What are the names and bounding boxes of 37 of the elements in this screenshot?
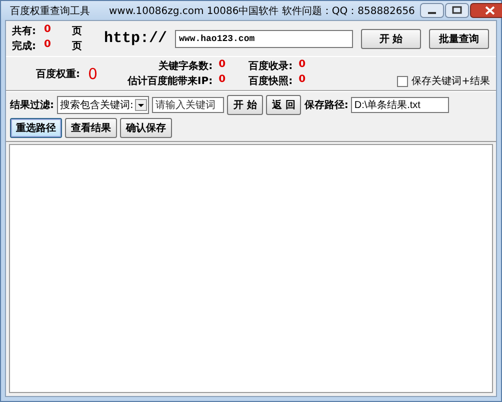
stat-label: 估计百度能带来IP:	[128, 74, 213, 88]
path-button[interactable]: 确认保存	[120, 118, 172, 138]
stat-value: 0	[88, 64, 98, 82]
counter-label: 完成:	[12, 39, 36, 53]
filter-dropdown[interactable]: 搜索包含关键词:	[57, 96, 150, 114]
url-field[interactable]: www.hao123.com	[175, 30, 354, 48]
window-info: www.10086zg.com 10086中国软件 软件问题：QQ：858882656	[109, 4, 415, 18]
close-icon[interactable]	[470, 3, 502, 18]
window-title: 百度权重查询工具	[10, 4, 90, 18]
stat-value: 0	[298, 59, 307, 72]
stat-value: 0	[218, 59, 227, 72]
url-prefix: http://	[104, 30, 168, 47]
counter-value: 0	[44, 39, 52, 52]
query-button[interactable]: 开 始	[361, 28, 422, 48]
stat-label: 百度快照:	[248, 74, 293, 88]
minimize-icon[interactable]	[420, 3, 444, 18]
stat-label: 百度权重:	[36, 67, 80, 80]
maximize-icon[interactable]	[444, 3, 469, 18]
path-button[interactable]: 查看结果	[65, 118, 117, 138]
counter-value: 0	[44, 24, 52, 37]
save-path-field[interactable]: D:\单条结果.txt	[351, 97, 450, 113]
keyword-field[interactable]: 请输入关键词	[152, 97, 224, 113]
filter-button[interactable]: 开 始	[227, 95, 263, 115]
stat-value: 0	[218, 74, 227, 87]
path-button[interactable]: 重选路径	[10, 118, 62, 138]
save-path-label: 保存路径:	[304, 98, 348, 112]
stat-label: 关键字条数:	[158, 59, 213, 73]
filter-label: 结果过滤:	[10, 98, 54, 112]
checkbox[interactable]	[396, 76, 408, 86]
query-button[interactable]: 批量查询	[429, 28, 490, 48]
counter-label: 共有:	[12, 24, 36, 38]
filter-button[interactable]: 返 回	[266, 95, 302, 115]
stat-label: 百度收录:	[248, 59, 293, 73]
stat-value: 0	[298, 74, 307, 87]
counter-unit: 页	[72, 40, 82, 53]
checkbox-label: 保存关键词+结果	[412, 74, 490, 88]
counter-unit: 页	[72, 25, 82, 38]
